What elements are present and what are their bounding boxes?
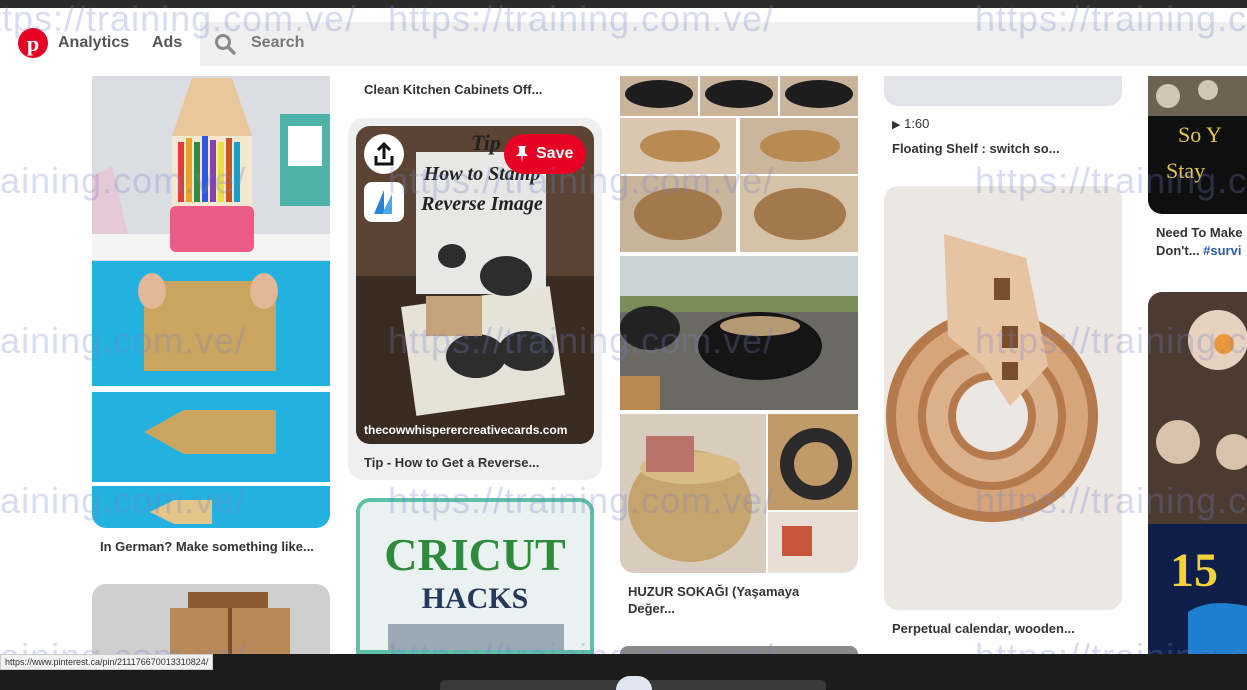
stamp-title-line3: Reverse Image	[420, 193, 543, 215]
pin-caption[interactable]: Tip - How to Get a Reverse...	[364, 454, 539, 471]
pin-caption[interactable]: Floating Shelf : switch so...	[892, 140, 1060, 157]
cricut-line1: CRICUT	[384, 529, 566, 580]
nav-analytics[interactable]: Analytics	[58, 34, 129, 52]
cricut-line2: HACKS	[421, 582, 529, 615]
player-play-button[interactable]	[616, 676, 652, 690]
pin-floating-shelf-image[interactable]	[884, 76, 1122, 106]
save-button[interactable]: Save	[504, 134, 586, 174]
header-bar: p Analytics Ads Search	[0, 8, 1247, 76]
pin-caption[interactable]: Clean Kitchen Cabinets Off...	[364, 81, 542, 98]
pin-col3-bottom-image[interactable]	[620, 646, 858, 654]
share-button[interactable]	[364, 134, 404, 174]
pin-tire-ottoman-image[interactable]	[620, 76, 858, 573]
status-url: https://www.pinterest.ca/pin/21117667001…	[0, 654, 214, 670]
pin-caption[interactable]: Perpetual calendar, wooden...	[892, 620, 1075, 637]
svg-text:p: p	[27, 31, 39, 56]
play-icon: ▶	[892, 119, 901, 131]
big-number: 15	[1170, 544, 1218, 597]
share-icon	[374, 141, 394, 166]
pin-perpetual-calendar-image[interactable]	[884, 186, 1122, 610]
nav-ads[interactable]: Ads	[152, 34, 182, 52]
search-icon	[215, 34, 236, 55]
pin-survival-image[interactable]: So Y Stay	[1148, 76, 1247, 214]
search-input[interactable]: Search	[200, 22, 1247, 66]
stamp-title-line1: Tip	[471, 130, 501, 155]
pin-caption[interactable]: In German? Make something like...	[100, 538, 314, 555]
browser-top-strip	[0, 0, 1247, 8]
pin-cricut-image[interactable]: CRICUT HACKS	[356, 498, 594, 654]
hashtag-link[interactable]: #survi	[1203, 243, 1241, 258]
video-duration: ▶ 1:60	[892, 116, 930, 131]
pushpin-icon	[516, 146, 528, 163]
pin-caption[interactable]: Need To Make	[1156, 224, 1242, 241]
site-logo-icon[interactable]	[364, 182, 404, 222]
pin-caption-line2[interactable]: Don't... #survi	[1156, 242, 1241, 259]
pinterest-logo-icon[interactable]: p	[18, 28, 48, 58]
pin-caption[interactable]: HUZUR SOKAĞI (Yaşamaya Değer...	[628, 583, 848, 617]
source-link[interactable]: thecowwhisperercreativecards.com	[364, 423, 567, 437]
pin-pencil-craft-image[interactable]	[92, 76, 330, 528]
survival-text-line2: Stay	[1166, 158, 1205, 183]
pin-wooden-crate-image[interactable]	[92, 584, 330, 654]
survival-text-line1: So Y	[1178, 122, 1222, 147]
pin-15-image[interactable]: 15	[1148, 292, 1247, 654]
search-placeholder: Search	[251, 34, 305, 51]
save-button-label: Save	[536, 145, 574, 162]
